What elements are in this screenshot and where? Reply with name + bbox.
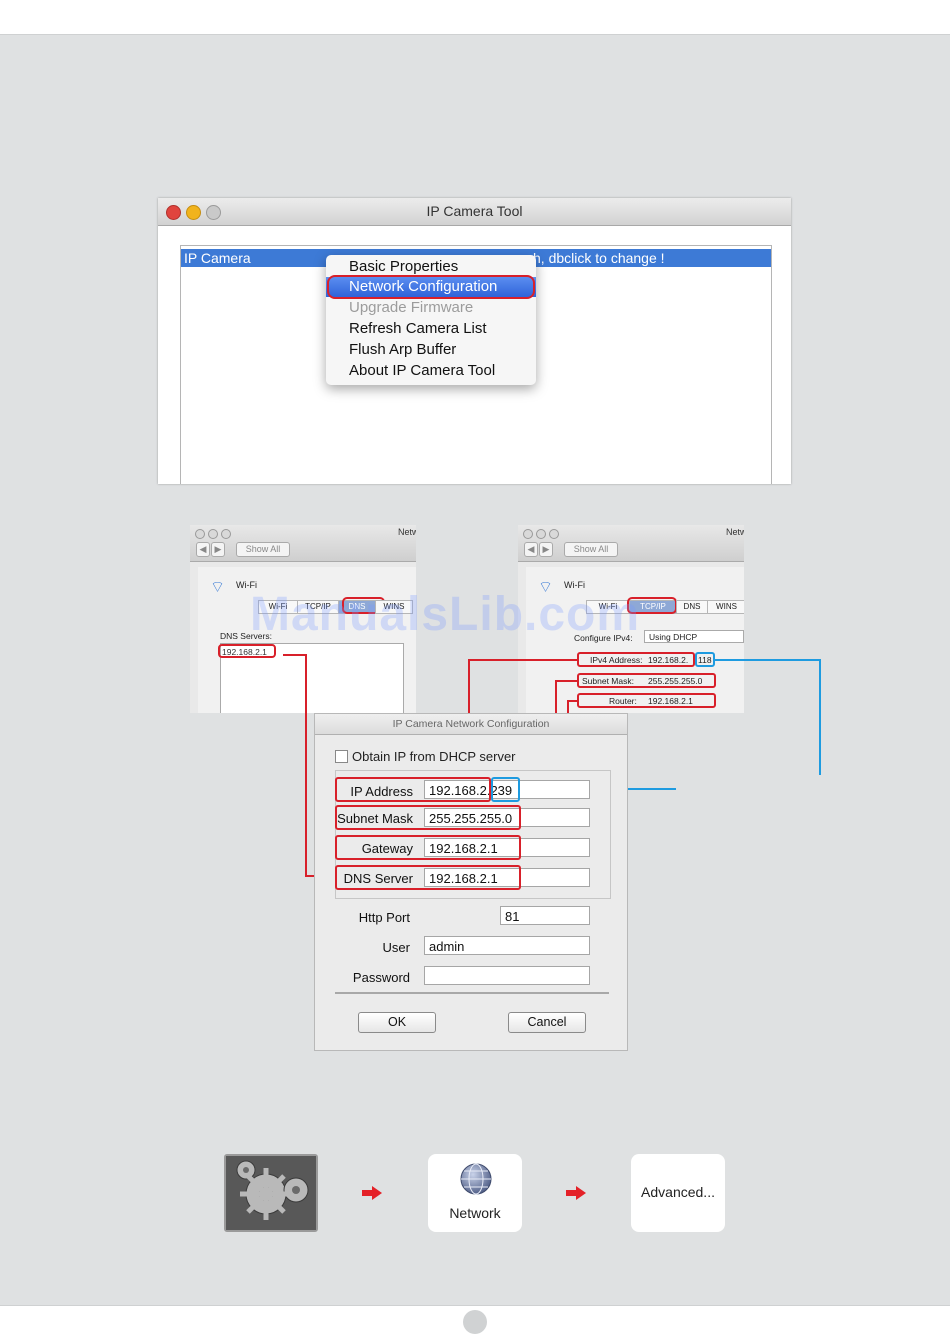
- page-number-badge: [463, 1310, 487, 1334]
- menu-item-about[interactable]: About IP Camera Tool: [326, 361, 536, 381]
- network-label: Network: [449, 1205, 501, 1221]
- step-arrow-1-head: [372, 1186, 382, 1200]
- password-input[interactable]: [424, 966, 590, 985]
- context-menu: Basic Properties Network Configuration U…: [326, 255, 536, 385]
- back-button[interactable]: ◀: [196, 542, 210, 557]
- cancel-button[interactable]: Cancel: [508, 1012, 586, 1033]
- ip-camera-tool-window: IP Camera Tool IP Camera h, dbclick to c…: [158, 198, 791, 484]
- gear-icon: [226, 1156, 316, 1230]
- connector-ip-suffix: [819, 659, 821, 775]
- menu-item-upgrade-firmware: Upgrade Firmware: [349, 299, 474, 316]
- router-highlight: [577, 693, 716, 708]
- minimize-window-button[interactable]: [208, 529, 218, 539]
- window-title: Netw: [398, 527, 416, 537]
- connector-dns: [283, 654, 306, 656]
- network-configuration-dialog: IP Camera Network Configuration Obtain I…: [314, 713, 628, 1051]
- window-title: Netw: [726, 527, 744, 537]
- connector-dns: [305, 654, 307, 876]
- camera-hint: h, dbclick to change !: [533, 250, 665, 266]
- tab-dns[interactable]: DNS: [676, 600, 708, 614]
- minimize-window-button[interactable]: [536, 529, 546, 539]
- ok-button[interactable]: OK: [358, 1012, 436, 1033]
- close-window-button[interactable]: [523, 529, 533, 539]
- ip-suffix-highlight: [491, 777, 520, 802]
- subnet-mask-highlight: [335, 805, 521, 830]
- ip-address-highlight: [335, 777, 491, 802]
- show-all-button[interactable]: Show All: [564, 542, 618, 557]
- wifi-icon: ⌔: [210, 579, 226, 596]
- configure-ipv4-select[interactable]: Using DHCP: [644, 630, 744, 643]
- advanced-label: Advanced...: [641, 1184, 715, 1200]
- dialog-separator: [335, 992, 609, 994]
- window-titlebar: IP Camera Tool: [158, 198, 791, 226]
- connector-ip: [468, 659, 579, 661]
- globe-icon: [460, 1163, 492, 1195]
- dialog-title: IP Camera Network Configuration: [315, 714, 627, 735]
- dhcp-label: Obtain IP from DHCP server: [352, 749, 516, 764]
- dns-server-highlight: [335, 865, 521, 890]
- watermark: ManualsLib.com: [250, 588, 641, 641]
- password-label: Password: [352, 970, 410, 985]
- camera-name: IP Camera: [184, 250, 251, 266]
- network-preference-icon[interactable]: Network: [428, 1154, 522, 1232]
- ipv4-address-highlight: [577, 652, 695, 667]
- forward-button[interactable]: ▶: [211, 542, 225, 557]
- step-arrow-2-head: [576, 1186, 586, 1200]
- connector-ip-suffix: [713, 659, 821, 661]
- network-configuration-highlight: [327, 275, 535, 299]
- step-arrow-1: [362, 1190, 372, 1196]
- menu-item-refresh-camera-list[interactable]: Refresh Camera List: [326, 319, 536, 339]
- tab-wins[interactable]: WINS: [707, 600, 744, 614]
- forward-button[interactable]: ▶: [539, 542, 553, 557]
- menu-item-basic-properties[interactable]: Basic Properties: [326, 257, 536, 277]
- ipv4-suffix-highlight: [695, 652, 715, 667]
- prefs-toolbar: Netw ◀ ▶ Show All: [190, 525, 416, 562]
- user-input[interactable]: admin: [424, 936, 590, 955]
- system-preferences-icon[interactable]: [224, 1154, 318, 1232]
- window-title: IP Camera Tool: [426, 203, 523, 219]
- back-button[interactable]: ◀: [524, 542, 538, 557]
- dhcp-checkbox[interactable]: [335, 750, 348, 763]
- zoom-window-button[interactable]: [221, 529, 231, 539]
- user-label: User: [382, 940, 410, 955]
- close-window-button[interactable]: [195, 529, 205, 539]
- advanced-button[interactable]: Advanced...: [631, 1154, 725, 1232]
- zoom-window-button[interactable]: [549, 529, 559, 539]
- page-header-bar: [0, 0, 950, 35]
- prefs-toolbar: Netw ◀ ▶ Show All: [518, 525, 744, 562]
- subnet-mask-highlight: [577, 673, 716, 688]
- connector-subnet: [555, 680, 579, 682]
- gateway-highlight: [335, 835, 521, 860]
- dns-value-highlight: [218, 644, 276, 658]
- show-all-button[interactable]: Show All: [236, 542, 290, 557]
- menu-item-flush-arp-buffer[interactable]: Flush Arp Buffer: [326, 340, 536, 360]
- http-port-input[interactable]: 81: [500, 906, 590, 925]
- step-arrow-2: [566, 1190, 576, 1196]
- http-port-label: Http Port: [358, 910, 410, 925]
